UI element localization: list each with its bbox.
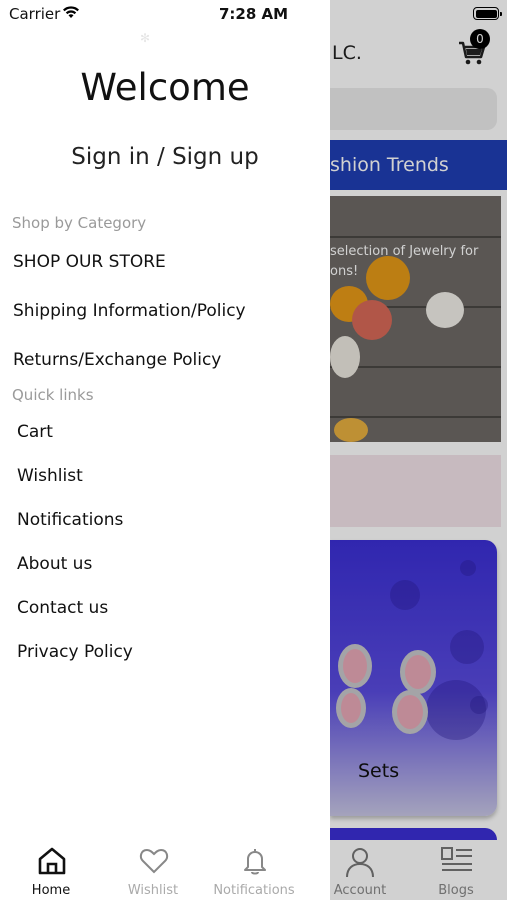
cart-count-badge: 0 bbox=[470, 29, 490, 49]
quick-link-contact-us[interactable]: Contact us bbox=[17, 598, 108, 618]
search-bar[interactable] bbox=[330, 88, 497, 130]
clock: 7:28 AM bbox=[218, 5, 289, 23]
status-bar: Carrier 7:28 AM bbox=[0, 0, 507, 28]
hero-image[interactable]: selection of Jewelry for ons! bbox=[330, 196, 501, 442]
trends-banner[interactable]: shion Trends bbox=[330, 140, 507, 190]
welcome-heading: Welcome bbox=[80, 66, 250, 109]
promo-card[interactable] bbox=[330, 455, 501, 527]
section-shop-by-category: Shop by Category bbox=[12, 214, 147, 232]
tab-blogs-label: Blogs bbox=[438, 883, 474, 898]
hero-text-line1: selection of Jewelry for bbox=[330, 244, 479, 259]
tab-blogs[interactable]: Blogs bbox=[426, 840, 486, 900]
tab-notifications-label: Notifications bbox=[213, 883, 295, 898]
tab-account[interactable]: Account bbox=[330, 840, 390, 900]
heart-icon bbox=[139, 848, 169, 874]
quick-link-notifications[interactable]: Notifications bbox=[17, 510, 123, 530]
tab-account-label: Account bbox=[333, 883, 387, 898]
quick-link-about-us[interactable]: About us bbox=[17, 554, 92, 574]
category-label: Sets bbox=[358, 760, 400, 782]
background-tab-bar: Account Blogs bbox=[330, 840, 507, 900]
tab-home-label: Home bbox=[31, 883, 71, 898]
bottom-tab-bar: Home Wishlist Notifications bbox=[0, 840, 330, 900]
hero-text-line2: ons! bbox=[330, 264, 359, 279]
side-drawer: ✻ Welcome Sign in / Sign up Shop by Cate… bbox=[0, 0, 330, 900]
home-icon bbox=[38, 847, 66, 875]
snowflake-icon: ✻ bbox=[140, 31, 151, 45]
store-title: LC. bbox=[332, 42, 362, 64]
quick-link-wishlist[interactable]: Wishlist bbox=[17, 466, 83, 486]
battery-icon bbox=[473, 7, 502, 20]
category-card-sets[interactable]: Sets bbox=[330, 540, 497, 816]
tab-wishlist-label: Wishlist bbox=[127, 883, 179, 898]
section-quick-links: Quick links bbox=[12, 386, 94, 404]
tab-home[interactable]: Home bbox=[1, 840, 101, 900]
menu-item-returns-policy[interactable]: Returns/Exchange Policy bbox=[13, 350, 221, 370]
account-icon bbox=[346, 848, 374, 878]
tab-notifications[interactable]: Notifications bbox=[204, 840, 304, 900]
tab-wishlist[interactable]: Wishlist bbox=[103, 840, 203, 900]
banner-text: shion Trends bbox=[330, 154, 449, 176]
blogs-icon bbox=[441, 847, 472, 871]
bell-icon bbox=[244, 849, 266, 875]
background-app: LC. 0 shion Trends selection of Jewelry … bbox=[330, 0, 507, 900]
quick-link-cart[interactable]: Cart bbox=[17, 422, 53, 442]
quick-link-privacy-policy[interactable]: Privacy Policy bbox=[17, 642, 133, 662]
menu-item-shop-our-store[interactable]: SHOP OUR STORE bbox=[13, 252, 166, 272]
menu-item-shipping-policy[interactable]: Shipping Information/Policy bbox=[13, 301, 246, 321]
sign-in-link[interactable]: Sign in / Sign up bbox=[0, 144, 330, 170]
